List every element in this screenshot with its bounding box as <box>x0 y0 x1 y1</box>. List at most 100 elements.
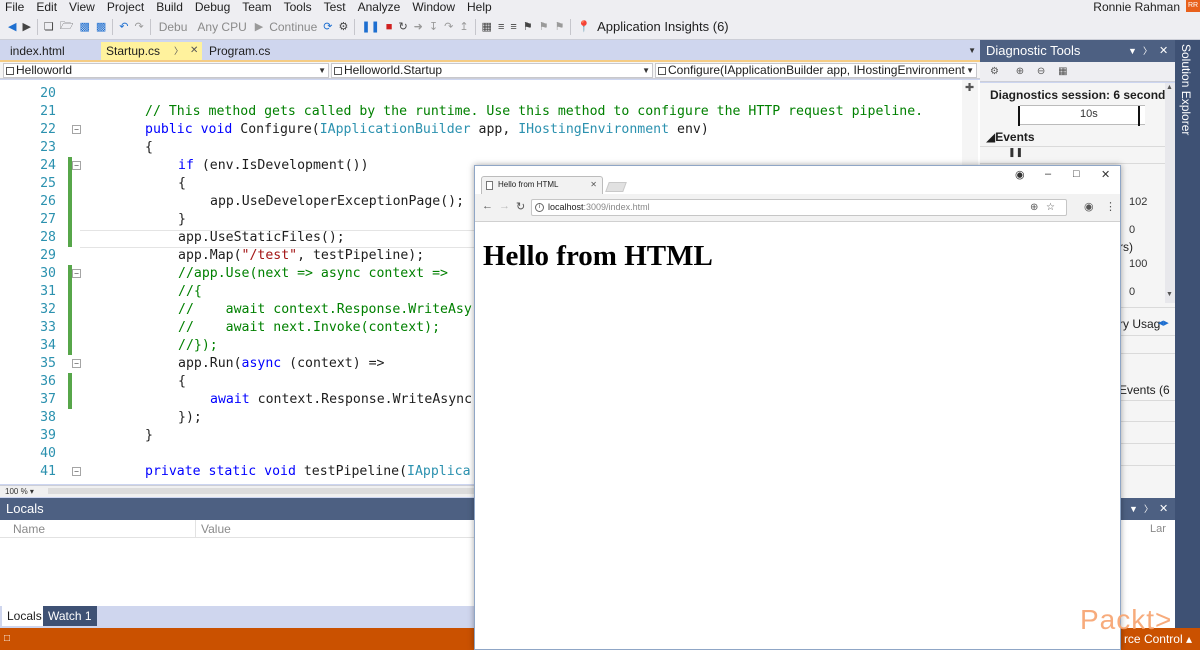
memory-usage-tab[interactable]: ry Usag <box>1119 317 1160 331</box>
collapse-icon[interactable]: − <box>72 269 81 278</box>
new-project-icon[interactable]: ❏ <box>44 20 54 33</box>
solution-configuration-combo[interactable]: Debu <box>157 20 190 34</box>
pin-icon[interactable]: 〉 <box>174 42 183 60</box>
tab-watch-1[interactable]: Watch 1 <box>43 606 97 626</box>
status-window-icon[interactable]: □ <box>4 628 10 650</box>
chevron-down-icon[interactable]: ▼ <box>1166 291 1173 298</box>
menu-debug[interactable]: Debug <box>189 0 236 14</box>
application-insights-button[interactable]: Application Insights (6) <box>597 19 729 34</box>
solution-platform-combo[interactable]: Any CPU <box>195 20 248 34</box>
forward-arrow-icon[interactable]: → <box>499 200 510 212</box>
timeline-start-marker[interactable] <box>1018 106 1020 126</box>
pin-icon[interactable]: 〉 <box>1144 498 1153 520</box>
close-icon[interactable]: ✕ <box>1159 498 1168 520</box>
collapse-icon[interactable]: − <box>72 161 81 170</box>
collapse-icon[interactable]: − <box>72 359 81 368</box>
class-combo[interactable]: Helloworld.Startup ▼ <box>331 63 653 78</box>
save-icon[interactable]: ▩ <box>79 20 89 33</box>
chevron-down-icon[interactable]: ▼ <box>1128 40 1137 62</box>
menu-dots-icon[interactable]: ⋮ <box>1105 200 1116 213</box>
undo-icon[interactable]: ↶ <box>119 20 128 33</box>
split-window-icon[interactable]: ✚ <box>965 81 974 94</box>
collapse-icon[interactable]: − <box>72 125 81 134</box>
close-icon[interactable]: ✕ <box>1159 40 1168 62</box>
back-arrow-icon[interactable]: ← <box>482 200 493 212</box>
forward-navigate-icon[interactable]: ▶ <box>22 20 30 33</box>
zoom-in-icon[interactable]: ⊕ <box>1016 66 1024 77</box>
bookmark-icon[interactable]: ⚑ <box>523 20 533 33</box>
new-tab-button[interactable] <box>605 182 627 192</box>
diagnostic-tools-header[interactable]: Diagnostic Tools ▼ 〉 ✕ <box>980 40 1175 62</box>
browser-window[interactable]: Hello from HTML ✕ ◉ – □ ✕ ← → ↻ i localh… <box>474 165 1121 650</box>
chevron-down-icon[interactable]: ▼ <box>968 46 976 55</box>
restart-icon[interactable]: ↻ <box>398 20 407 33</box>
menu-view[interactable]: View <box>63 0 101 14</box>
column-value[interactable]: Value <box>201 520 231 538</box>
column-divider[interactable] <box>195 520 196 538</box>
editor-horizontal-scrollbar[interactable] <box>48 488 478 494</box>
menu-tools[interactable]: Tools <box>278 0 318 14</box>
pin-icon[interactable]: 〉 <box>1143 40 1152 62</box>
back-navigate-icon[interactable]: ◀ <box>8 20 16 33</box>
gear-icon[interactable]: ⚙ <box>990 66 999 77</box>
chevron-down-icon[interactable]: ▼ <box>1129 498 1138 520</box>
stop-debugging-icon[interactable]: ■ <box>386 21 393 33</box>
zoom-icon[interactable]: ⊕ <box>1030 200 1038 215</box>
menu-project[interactable]: Project <box>101 0 150 14</box>
browser-title-bar[interactable]: Hello from HTML ✕ ◉ – □ ✕ <box>475 166 1120 194</box>
solution-explorer-rail[interactable]: Solution Explorer <box>1175 40 1200 628</box>
user-name[interactable]: Ronnie Rahman <box>1093 0 1180 14</box>
step-into-icon[interactable]: ↧ <box>429 20 438 33</box>
timeline-end-marker[interactable] <box>1138 106 1140 126</box>
save-all-icon[interactable]: ▩ <box>96 20 106 33</box>
menu-window[interactable]: Window <box>406 0 461 14</box>
diagnostic-vertical-scrollbar[interactable]: ▲ ▼ <box>1165 83 1175 303</box>
member-combo[interactable]: Configure(IApplicationBuilder app, IHost… <box>655 63 977 78</box>
step-over-icon[interactable]: ↷ <box>444 20 453 33</box>
application-insights-icon[interactable]: 📍 <box>577 20 591 33</box>
continue-icon[interactable]: ▶ <box>255 20 263 33</box>
maximize-icon[interactable]: □ <box>1073 168 1080 180</box>
menu-build[interactable]: Build <box>150 0 189 14</box>
menu-test[interactable]: Test <box>318 0 352 14</box>
chevron-up-icon[interactable]: ▲ <box>1166 84 1173 91</box>
profile-icon[interactable]: ◉ <box>1015 168 1025 181</box>
zoom-out-icon[interactable]: ⊖ <box>1037 66 1045 77</box>
close-icon[interactable]: ✕ <box>1101 168 1110 181</box>
menu-help[interactable]: Help <box>461 0 498 14</box>
minimize-icon[interactable]: – <box>1045 168 1051 180</box>
browser-link-icon[interactable]: ⚙ <box>338 20 348 33</box>
tab-scroll-arrows-icon[interactable]: ◀▶ <box>1158 319 1169 327</box>
refresh-icon[interactable]: ⟳ <box>323 20 332 33</box>
tab-index-html[interactable]: index.html <box>5 42 70 60</box>
hex-display-icon[interactable]: ▦ <box>482 20 492 33</box>
browser-tab[interactable]: Hello from HTML ✕ <box>481 176 603 194</box>
close-icon[interactable]: ✕ <box>190 42 198 60</box>
star-icon[interactable]: ☆ <box>1046 200 1055 215</box>
column-name[interactable]: Name <box>13 520 45 538</box>
extension-icon[interactable]: ◉ <box>1084 200 1094 213</box>
prev-bookmark-icon[interactable]: ⚑ <box>539 20 549 33</box>
open-file-icon[interactable]: 🗁 <box>60 17 74 36</box>
menu-edit[interactable]: Edit <box>30 0 63 14</box>
break-all-icon[interactable]: ❚❚ <box>361 20 379 33</box>
comment-icon[interactable]: ≡ <box>510 21 516 33</box>
tab-locals[interactable]: Locals <box>2 606 47 626</box>
close-icon[interactable]: ✕ <box>590 177 597 193</box>
project-combo[interactable]: Helloworld ▼ <box>3 63 329 78</box>
menu-analyze[interactable]: Analyze <box>352 0 407 14</box>
info-icon[interactable]: i <box>535 203 544 212</box>
redo-icon[interactable]: ↷ <box>134 20 143 33</box>
reload-icon[interactable]: ↻ <box>516 200 525 213</box>
menu-file[interactable]: File <box>0 0 30 14</box>
show-next-statement-icon[interactable]: ➜ <box>414 20 423 33</box>
events-section-header[interactable]: ◢Events <box>986 130 1035 144</box>
user-avatar-icon[interactable]: RR <box>1186 0 1200 12</box>
collapse-icon[interactable]: − <box>72 467 81 476</box>
lower-panel-header[interactable]: ▼ 〉 ✕ <box>1120 498 1175 520</box>
address-bar[interactable]: i localhost:3009/index.html ⊕ ☆ <box>531 199 1067 216</box>
solution-explorer-tab[interactable]: Solution Explorer <box>1179 44 1193 135</box>
reset-view-icon[interactable]: ▦ <box>1058 66 1067 77</box>
events-count-label[interactable]: Events (6 <box>1119 383 1170 397</box>
tab-program-cs[interactable]: Program.cs <box>204 42 275 60</box>
